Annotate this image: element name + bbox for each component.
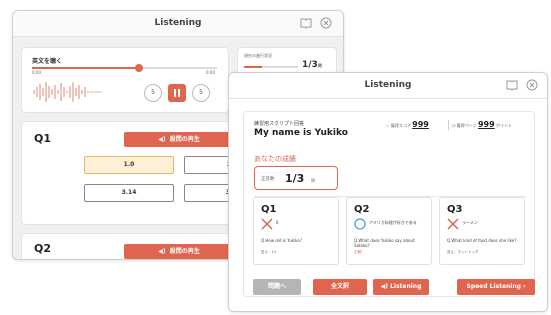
pause-button[interactable] xyxy=(168,84,186,102)
wrong-mark-icon xyxy=(447,218,459,230)
speaker-icon: ◀) xyxy=(380,283,388,290)
front-window: Listening 練習用スクリプト回答 My name is Yukiko ☆… xyxy=(228,72,548,312)
pause-icon xyxy=(174,89,180,97)
audio-progress-track[interactable] xyxy=(32,64,217,72)
progress-fill xyxy=(244,66,262,68)
rewind-button[interactable]: 5 xyxy=(144,84,162,102)
pages-label: 獲得ページ xyxy=(456,123,477,128)
header-caption: 練習用スクリプト回答 xyxy=(254,121,305,127)
q1-answer-1[interactable]: 1.0 xyxy=(84,156,174,174)
listening-label: Listening xyxy=(390,283,422,290)
correct-mark-icon xyxy=(354,218,366,230)
q1-answer-3[interactable]: 3.14 xyxy=(84,184,174,202)
q2-user-answer: アメリカ料理が好きである xyxy=(369,220,417,225)
speed-listening-label: Speed Listening xyxy=(466,283,521,290)
header-title: My name is Yukiko xyxy=(254,128,348,138)
pages-block: ◷ 獲得ページ 999 ポイント xyxy=(452,120,512,129)
q2-play-button[interactable]: ◀) 設問の再生 xyxy=(124,244,234,259)
q1-play-button[interactable]: ◀) 設問の再生 xyxy=(124,132,234,147)
q1-result-label: Q1 xyxy=(261,204,277,215)
correct-count-box: 正答数 1/3 問 xyxy=(254,166,338,190)
wrong-mark-icon xyxy=(261,218,273,230)
book-icon[interactable] xyxy=(505,79,519,93)
front-window-title: Listening xyxy=(364,80,412,90)
prev-label: 問題へ xyxy=(267,283,286,290)
q1-result-card: Q1 6 Q.How old is Yukiko? 答え：14 xyxy=(253,197,339,265)
full-text-label: 全文訳 xyxy=(330,283,349,290)
divider xyxy=(448,120,449,130)
q1-correct-answer: 答え：14 xyxy=(261,250,276,254)
full-text-button[interactable]: 全文訳 xyxy=(313,279,367,295)
correct-value: 1/3 xyxy=(285,172,305,185)
progress-value-text: 1/3 xyxy=(302,60,318,70)
audio-progress-knob[interactable] xyxy=(135,64,144,72)
q1-play-label: 設問の再生 xyxy=(169,136,200,143)
q2-result-note: 正解！ xyxy=(354,250,365,254)
front-body: 練習用スクリプト回答 My name is Yukiko ☆ 獲得スコア 999… xyxy=(229,99,547,311)
pages-value: 999 xyxy=(477,120,495,129)
chevron-right-icon: › xyxy=(523,283,526,290)
forward-button[interactable]: 5 xyxy=(192,84,210,102)
q3-correct-answer: 答え：ホットドッグ xyxy=(447,250,479,254)
q2-play-label: 設問の再生 xyxy=(169,248,200,255)
q3-result-label: Q3 xyxy=(447,204,463,215)
audio-time-end: 0:00 xyxy=(206,70,215,75)
q2-result-label: Q2 xyxy=(354,204,370,215)
back-titlebar: Listening xyxy=(13,11,343,37)
close-icon[interactable] xyxy=(525,79,539,93)
q2-question-text: Q.What does Yukiko say about Satoko? xyxy=(354,238,415,248)
speaker-icon: ◀) xyxy=(158,248,166,255)
progress-unit: 問 xyxy=(317,63,322,68)
book-icon[interactable] xyxy=(299,17,313,31)
q2-result-card: Q2 アメリカ料理が好きである Q.What does Yukiko say a… xyxy=(346,197,432,265)
q3-question-text: Q.What kind of food does she like? xyxy=(447,238,517,243)
close-icon[interactable] xyxy=(319,17,333,31)
correct-unit: 問 xyxy=(311,178,315,183)
result-heading: あなたの成績 xyxy=(254,155,296,163)
q1-question-text: Q.How old is Yukiko? xyxy=(261,238,302,243)
listening-button[interactable]: ◀) Listening xyxy=(373,279,429,295)
speaker-icon: ◀) xyxy=(158,136,166,143)
audio-time-start: 0:00 xyxy=(32,70,41,75)
forward-icon: 5 xyxy=(199,89,203,96)
progress-value: 1/3問 xyxy=(302,60,322,70)
q1-label: Q1 xyxy=(34,132,52,145)
progress-label: 現在の進行状況 xyxy=(244,53,272,58)
speed-listening-button[interactable]: Speed Listening › xyxy=(457,279,535,295)
score-label: 獲得スコア xyxy=(390,123,411,128)
audio-label: 英文を聴く xyxy=(32,58,63,65)
score-block: ☆ 獲得スコア 999 xyxy=(386,120,429,129)
audio-progress-fill xyxy=(32,67,140,69)
q3-user-answer: ラーメン xyxy=(462,220,478,225)
pages-unit: ポイント xyxy=(495,123,512,128)
clock-icon: ◷ xyxy=(452,123,456,128)
back-window-title: Listening xyxy=(154,18,202,28)
progress-track xyxy=(244,66,298,68)
score-value: 999 xyxy=(412,120,429,129)
correct-label: 正答数 xyxy=(261,177,275,182)
prev-button[interactable]: 問題へ xyxy=(253,279,301,295)
q2-label: Q2 xyxy=(34,242,52,255)
star-icon: ☆ xyxy=(386,123,390,128)
waveform-icon xyxy=(33,82,102,102)
q1-user-answer: 6 xyxy=(276,220,279,225)
audio-card: 英文を聴く 0:00 0:00 5 5 xyxy=(21,47,229,113)
front-titlebar: Listening xyxy=(229,73,547,99)
rewind-icon: 5 xyxy=(151,89,155,96)
q3-result-card: Q3 ラーメン Q.What kind of food does she lik… xyxy=(439,197,525,265)
